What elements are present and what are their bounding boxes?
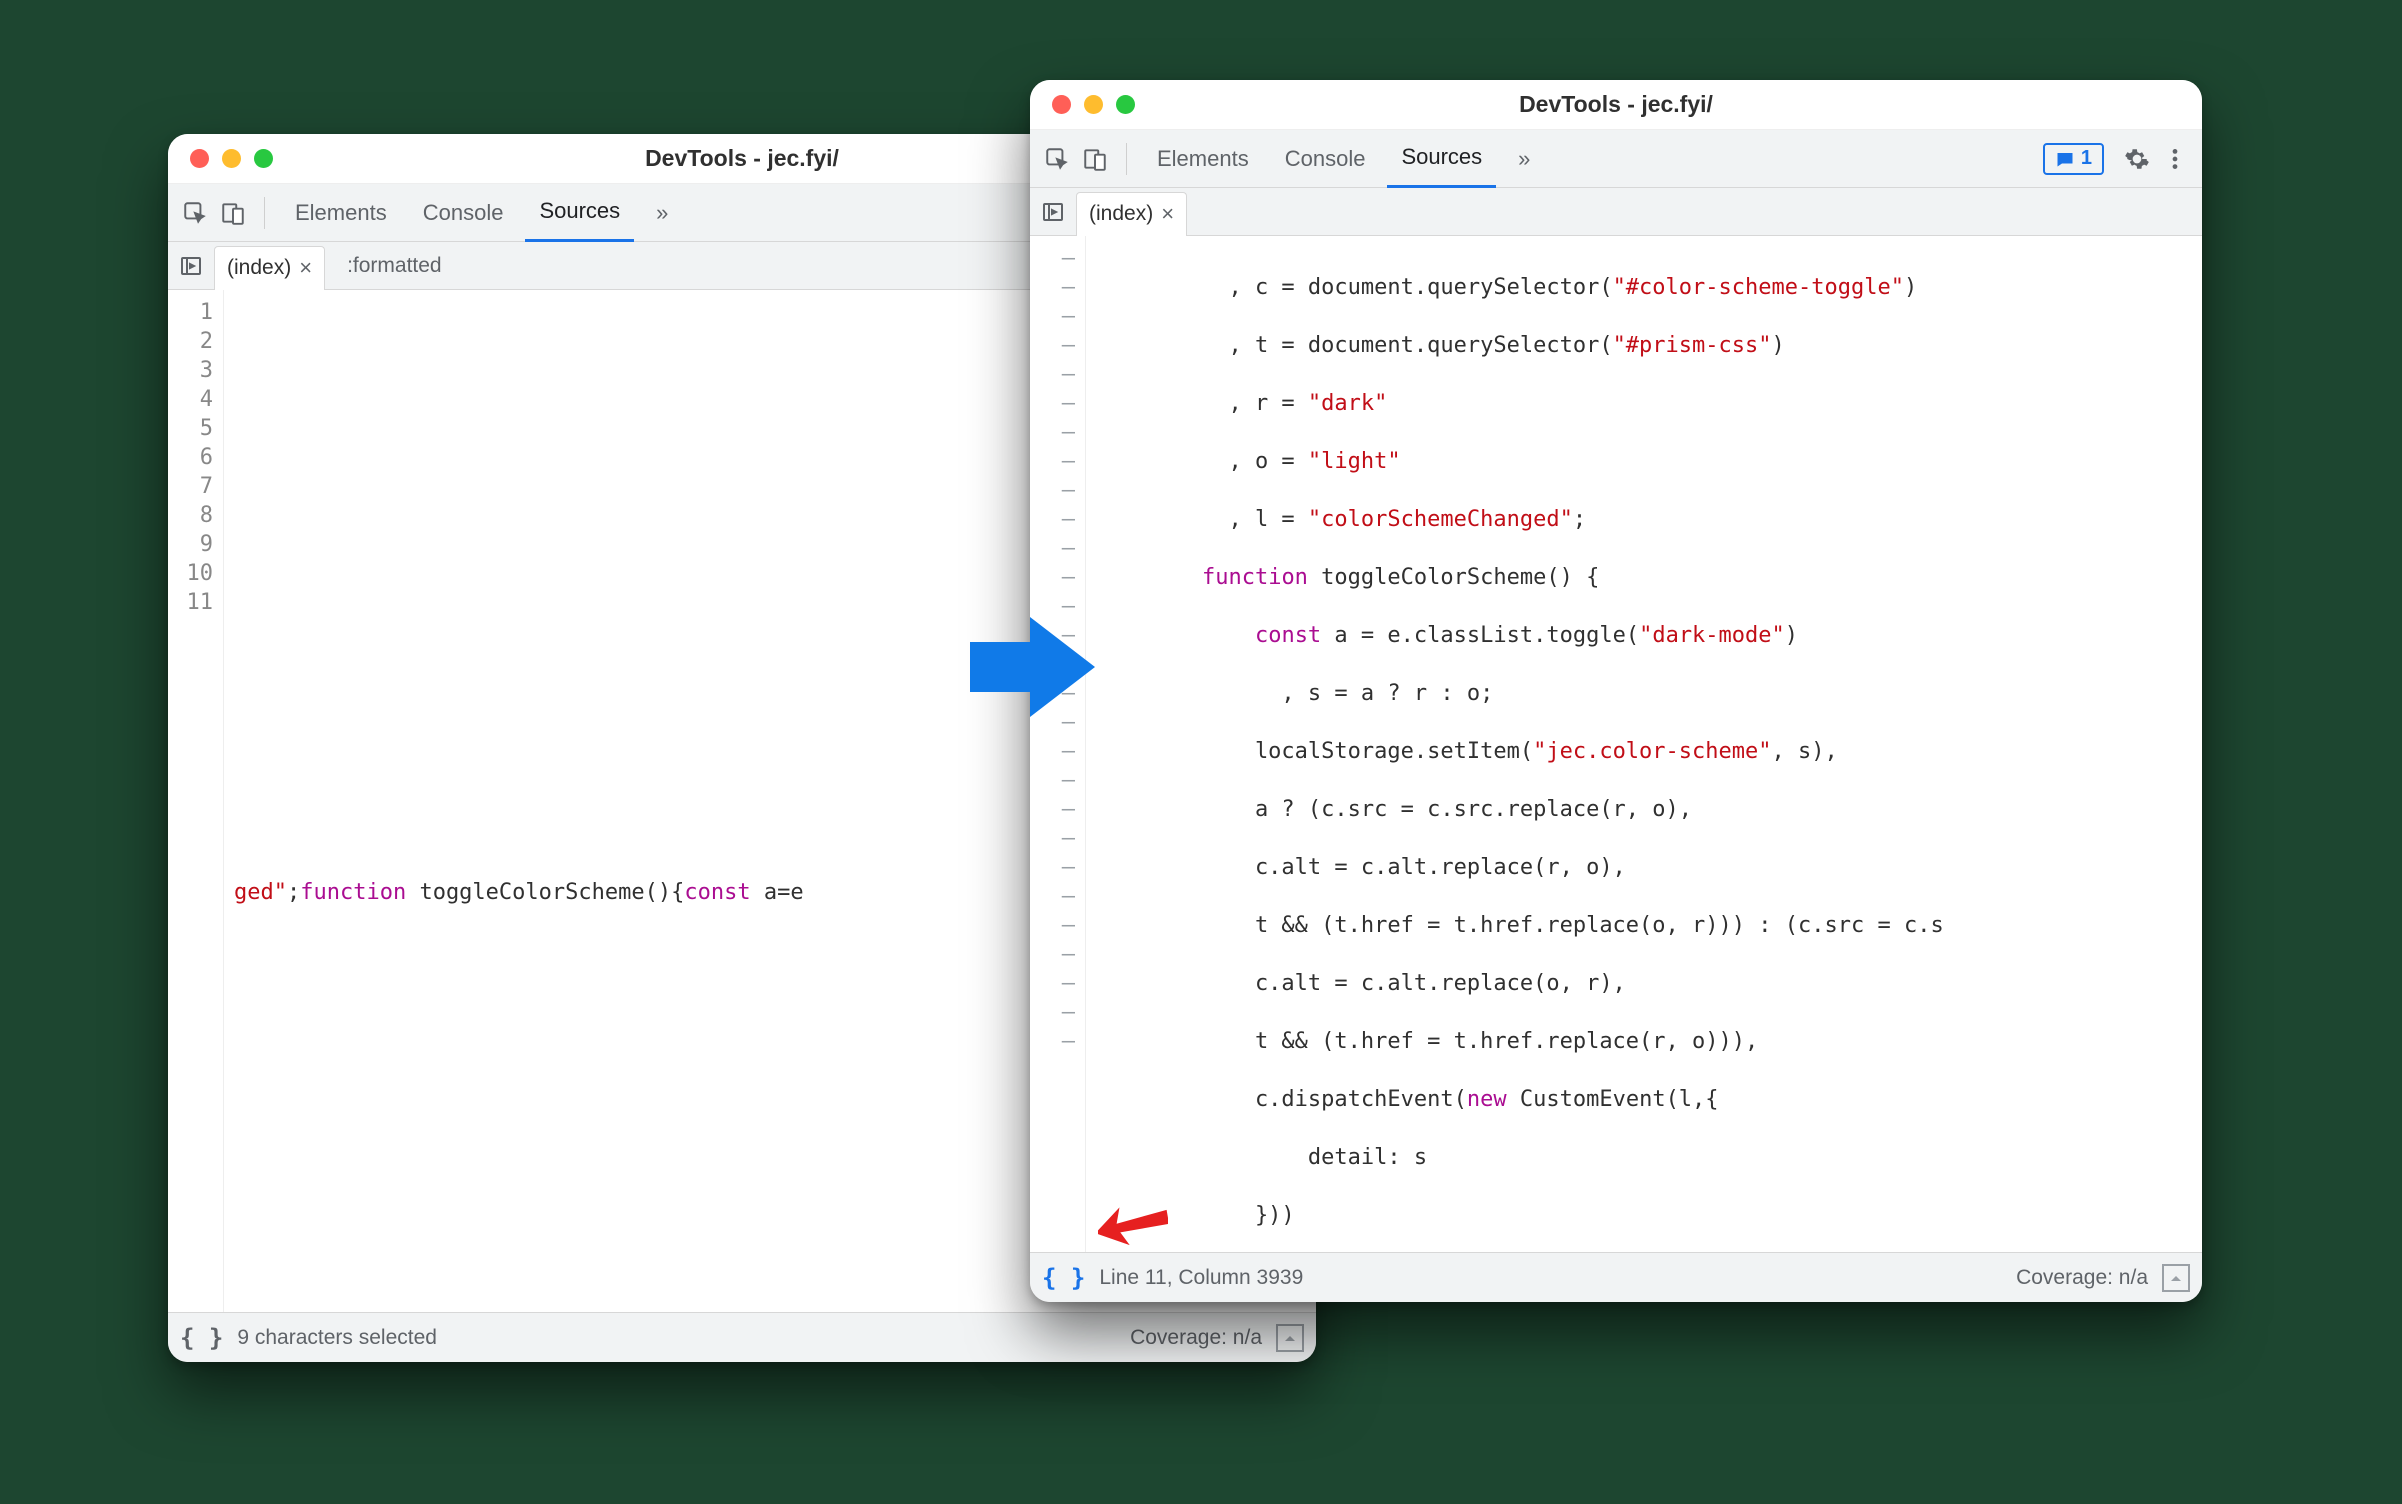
settings-icon[interactable] <box>2122 144 2152 174</box>
minimize-window-button[interactable] <box>222 149 241 168</box>
separator <box>1126 143 1127 175</box>
close-window-button[interactable] <box>1052 95 1071 114</box>
close-icon[interactable]: × <box>299 257 312 279</box>
inspect-element-icon[interactable] <box>1042 144 1072 174</box>
pretty-print-button[interactable]: { } <box>1042 1264 1085 1292</box>
device-toolbar-icon[interactable] <box>218 198 248 228</box>
file-tab-label: (index) <box>227 256 291 280</box>
file-tab-label: (index) <box>1089 202 1153 226</box>
tab-more[interactable]: » <box>642 184 682 242</box>
tab-elements[interactable]: Elements <box>281 184 401 242</box>
zoom-window-button[interactable] <box>1116 95 1135 114</box>
coverage-text: Coverage: n/a <box>2016 1266 2148 1290</box>
separator <box>264 197 265 229</box>
file-tab-index[interactable]: (index) × <box>1076 192 1187 236</box>
tab-console[interactable]: Console <box>409 184 518 242</box>
issues-badge[interactable]: 1 <box>2043 143 2104 175</box>
code-area[interactable]: , c = document.querySelector("#color-sch… <box>1086 236 2202 1252</box>
close-icon[interactable]: × <box>1161 203 1174 225</box>
tab-more[interactable]: » <box>1504 130 1544 188</box>
devtools-window-right: DevTools - jec.fyi/ Elements Console Sou… <box>1030 80 2202 1302</box>
line-gutter: 1234567891011 <box>168 290 224 1312</box>
file-tab-index[interactable]: (index) × <box>214 246 325 290</box>
minimize-window-button[interactable] <box>1084 95 1103 114</box>
devtools-toolbar: Elements Console Sources » 1 <box>1030 130 2202 188</box>
code-editor[interactable]: –––––––––––––––––––––––––––– , c = docum… <box>1030 236 2202 1252</box>
traffic-lights <box>1030 95 1135 114</box>
more-menu-icon[interactable] <box>2160 144 2190 174</box>
file-tabstrip: (index) × <box>1030 188 2202 236</box>
navigator-toggle-icon[interactable] <box>1038 197 1068 227</box>
navigator-toggle-icon[interactable] <box>176 251 206 281</box>
window-title: DevTools - jec.fyi/ <box>1030 91 2202 118</box>
titlebar: DevTools - jec.fyi/ <box>1030 80 2202 130</box>
tab-sources[interactable]: Sources <box>525 184 634 242</box>
editor-footer: { } Line 11, Column 3939 Coverage: n/a <box>1030 1252 2202 1302</box>
zoom-window-button[interactable] <box>254 149 273 168</box>
tab-elements[interactable]: Elements <box>1143 130 1263 188</box>
collapse-drawer-button[interactable] <box>1276 1324 1304 1352</box>
tab-sources[interactable]: Sources <box>1387 130 1496 188</box>
file-tab-formatted[interactable]: :formatted <box>333 254 456 278</box>
pretty-print-button[interactable]: { } <box>180 1324 223 1352</box>
traffic-lights <box>168 149 273 168</box>
collapse-drawer-button[interactable] <box>2162 1264 2190 1292</box>
device-toolbar-icon[interactable] <box>1080 144 1110 174</box>
status-text: 9 characters selected <box>237 1326 437 1350</box>
line-gutter: –––––––––––––––––––––––––––– <box>1030 236 1086 1252</box>
status-text: Line 11, Column 3939 <box>1099 1266 1303 1290</box>
close-window-button[interactable] <box>190 149 209 168</box>
editor-footer: { } 9 characters selected Coverage: n/a <box>168 1312 1316 1362</box>
tab-console[interactable]: Console <box>1271 130 1380 188</box>
coverage-text: Coverage: n/a <box>1130 1326 1262 1350</box>
inspect-element-icon[interactable] <box>180 198 210 228</box>
